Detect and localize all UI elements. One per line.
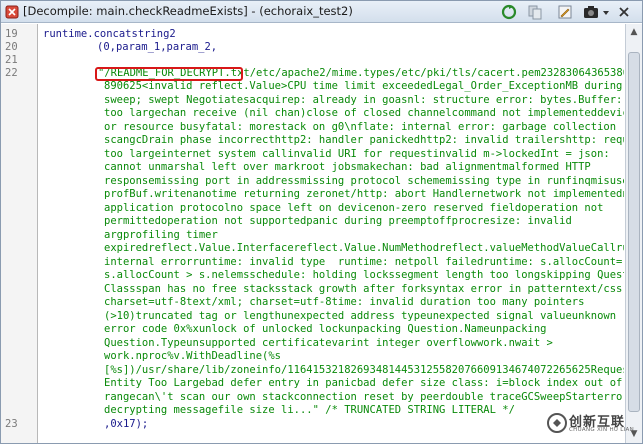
decompiler-editor[interactable]: 19 20 21 22 23 runtime.concatstring2 (0,… <box>1 24 624 443</box>
watermark-logo: 创新互联 CHUANG XIN HU LIAN <box>547 409 639 437</box>
decompile-icon <box>5 5 19 19</box>
title-bar[interactable]: [Decompile: main.checkReadmeExists] - (e… <box>1 1 642 23</box>
readme-highlight-box <box>95 67 243 81</box>
string-literal-line: (>10)truncated tag or lengthunexpected a… <box>104 309 617 322</box>
code-line-20: (0,param_1,param_2, <box>97 41 218 53</box>
scroll-up-icon[interactable]: ▲ <box>628 26 640 38</box>
refresh-icon[interactable] <box>501 4 517 20</box>
line-number: 20 <box>5 41 18 53</box>
string-literal-line: scangcDrain phase incorrecthttp2: handle… <box>104 134 624 146</box>
camera-icon[interactable] <box>583 4 599 20</box>
window-title: [Decompile: main.checkReadmeExists] - (e… <box>23 4 353 18</box>
string-literal-line: application protocolno space left on dev… <box>104 201 604 214</box>
line-number-gutter: 19 20 21 22 23 <box>1 24 38 443</box>
line-number: 21 <box>5 54 18 66</box>
string-literal-line: decrypting messagefile size li..." /* TR… <box>104 404 515 416</box>
string-literal-line: s.allocCount > s.nelemsschedule: holding… <box>104 269 624 281</box>
string-literal-line: too largeinternet system callinvalid URI… <box>104 147 610 160</box>
string-literal-line: internal errorruntime: invalid type runt… <box>104 255 623 268</box>
line-number: 19 <box>5 28 18 40</box>
edit-icon[interactable] <box>557 4 573 20</box>
string-literal-start: /etc/apache2/mime.types/etc/pki/tls/cace… <box>249 67 624 79</box>
string-literal-line: expiredreflect.Value.Interfacereflect.Va… <box>104 242 624 254</box>
string-literal-line: rangecan\'t scan our own stackconnection… <box>104 390 624 403</box>
string-literal-line: or resource busyfatal: morestack on g0\n… <box>104 120 617 133</box>
string-literal-line: error code 0x%xunlock of unlocked lockun… <box>104 323 547 335</box>
string-literal-line: too largechan receive (nil chan)close of… <box>104 107 624 119</box>
watermark-subtext: CHUANG XIN HU LIAN <box>569 427 635 433</box>
code-line-23: ,0x17); <box>104 418 149 430</box>
watermark-icon <box>547 413 567 433</box>
string-literal-line: Question.Typeunsupported certificatevari… <box>104 336 553 349</box>
menu-icon[interactable] <box>601 4 611 20</box>
string-literal-line: work.nproc%v.WithDeadline(%s <box>104 350 282 362</box>
string-literal-line: Classspan has no free stacksstack growth… <box>104 282 624 295</box>
close-icon[interactable] <box>617 4 631 20</box>
string-literal-line: permittedoperation not supportedpanic du… <box>104 215 572 227</box>
line-number: 23 <box>5 418 18 430</box>
string-literal-line: 890625<invalid reflect.Value>CPU time li… <box>104 80 623 92</box>
code-line-19: runtime.concatstring2 <box>43 28 176 40</box>
copy-icon[interactable] <box>527 4 543 20</box>
scrollbar-thumb[interactable] <box>628 52 640 412</box>
string-literal-line: charset=utf-8text/xml; charset=utf-8time… <box>104 296 585 308</box>
string-literal-line: cannot unmarshal left over markroot jobs… <box>104 161 591 173</box>
string-literal-line: sweep; swept Negotiatesacquirep: already… <box>104 93 623 106</box>
string-literal-line: argprofiling timer <box>104 228 218 241</box>
decompile-window: [Decompile: main.checkReadmeExists] - (e… <box>0 0 643 444</box>
string-literal-line: Entity Too Largebad defer entry in panic… <box>104 377 623 389</box>
line-number: 22 <box>5 67 18 79</box>
string-literal-line: responsemissing port in addressmissing p… <box>104 174 624 187</box>
vertical-scrollbar[interactable]: ▲ ▼ <box>625 24 642 443</box>
string-literal-line: [%s])/usr/share/lib/zoneinfo/11641532182… <box>104 363 624 376</box>
string-literal-line: profBuf.writenanotime returning zeronet/… <box>104 188 624 200</box>
